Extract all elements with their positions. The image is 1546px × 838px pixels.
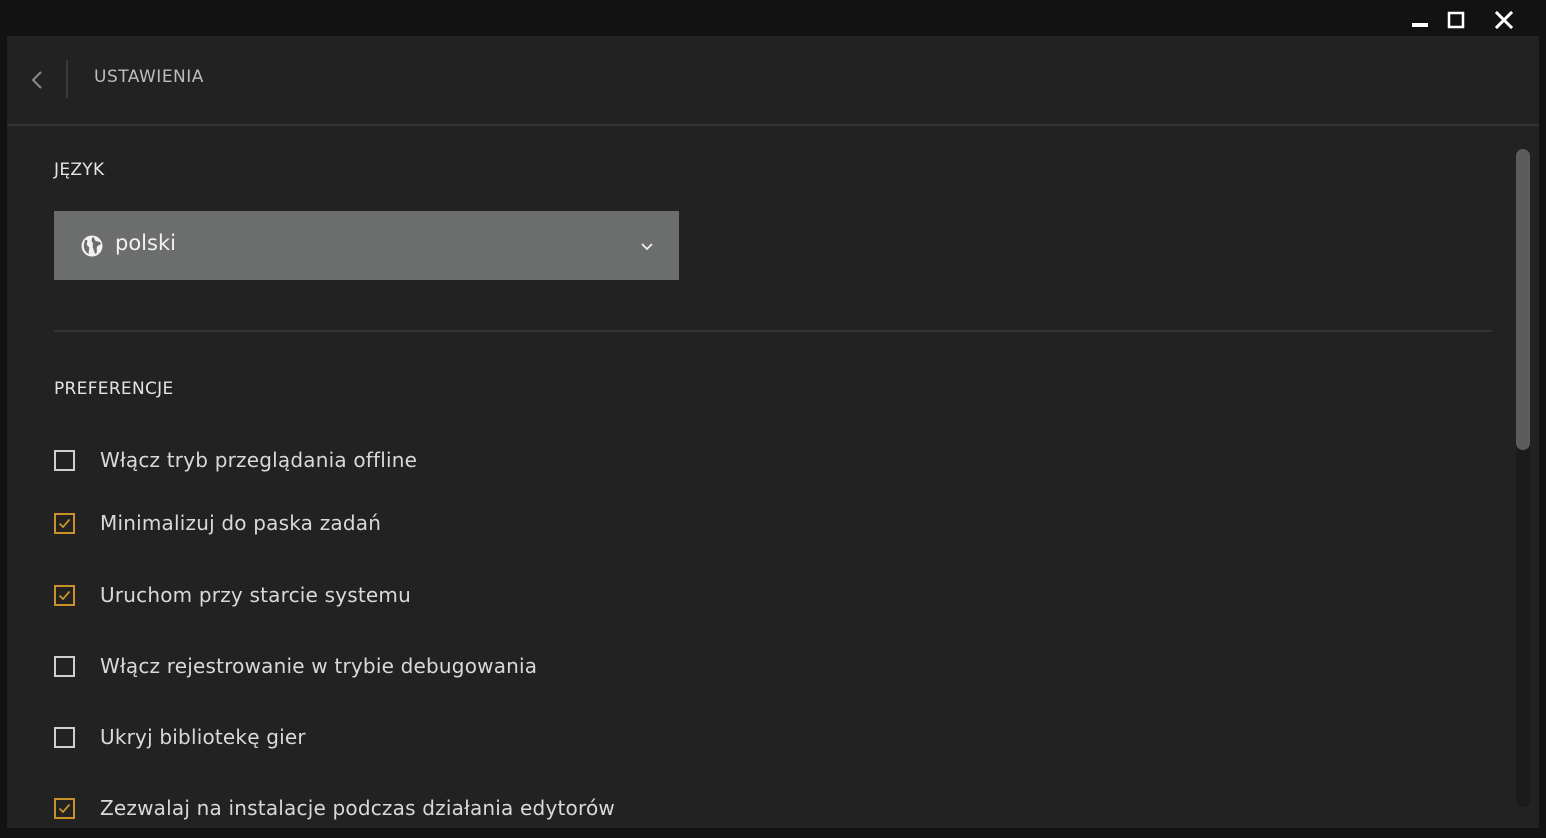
checkbox-minimize-to-tray[interactable]: Minimalizuj do paska zadań: [54, 511, 854, 541]
checkbox-box[interactable]: [54, 727, 75, 748]
checkbox-launch-on-startup[interactable]: Uruchom przy starcie systemu: [54, 583, 854, 613]
checkbox-label: Minimalizuj do paska zadań: [100, 511, 382, 535]
checkbox-allow-installs-with-editors[interactable]: Zezwalaj na instalacje podczas działania…: [54, 796, 854, 826]
settings-panel: USTAWIENIA JĘZYK polski PREFERENCJE Włąc…: [7, 36, 1539, 828]
close-icon: [1495, 11, 1513, 29]
settings-header: USTAWIENIA: [7, 36, 1539, 126]
checkmark-icon: [58, 803, 71, 814]
maximize-icon: [1447, 11, 1465, 29]
app-window: USTAWIENIA JĘZYK polski PREFERENCJE Włąc…: [0, 0, 1546, 838]
scrollbar-thumb[interactable]: [1516, 149, 1530, 450]
checkbox-label: Ukryj bibliotekę gier: [100, 725, 306, 749]
checkbox-hide-game-library[interactable]: Ukryj bibliotekę gier: [54, 725, 854, 755]
language-select-value: polski: [115, 231, 176, 255]
globe-icon: [81, 235, 103, 257]
checkbox-offline-mode[interactable]: Włącz tryb przeglądania offline: [54, 448, 854, 478]
close-button[interactable]: [1492, 8, 1516, 32]
title-bar: [0, 0, 1546, 36]
chevron-left-icon: [31, 71, 42, 89]
checkbox-box[interactable]: [54, 798, 75, 819]
checkbox-box[interactable]: [54, 450, 75, 471]
language-section-title: JĘZYK: [54, 160, 105, 180]
checkbox-box[interactable]: [54, 656, 75, 677]
checkbox-label: Uruchom przy starcie systemu: [100, 583, 411, 607]
preferences-section-title: PREFERENCJE: [54, 379, 174, 399]
minimize-icon: [1412, 23, 1428, 27]
chevron-down-icon: [641, 243, 653, 251]
page-title: USTAWIENIA: [94, 67, 204, 87]
language-select[interactable]: polski: [54, 211, 679, 280]
checkbox-label: Zezwalaj na instalacje podczas działania…: [100, 796, 615, 820]
maximize-button[interactable]: [1444, 8, 1468, 32]
section-divider: [54, 330, 1492, 332]
checkbox-debug-logging[interactable]: Włącz rejestrowanie w trybie debugowania: [54, 654, 854, 684]
checkbox-label: Włącz tryb przeglądania offline: [100, 448, 418, 472]
checkbox-box[interactable]: [54, 585, 75, 606]
header-divider: [66, 60, 68, 98]
checkbox-label: Włącz rejestrowanie w trybie debugowania: [100, 654, 538, 678]
minimize-button[interactable]: [1408, 8, 1432, 32]
back-button[interactable]: [25, 66, 49, 94]
checkmark-icon: [58, 590, 71, 601]
checkmark-icon: [58, 518, 71, 529]
checkbox-box[interactable]: [54, 513, 75, 534]
